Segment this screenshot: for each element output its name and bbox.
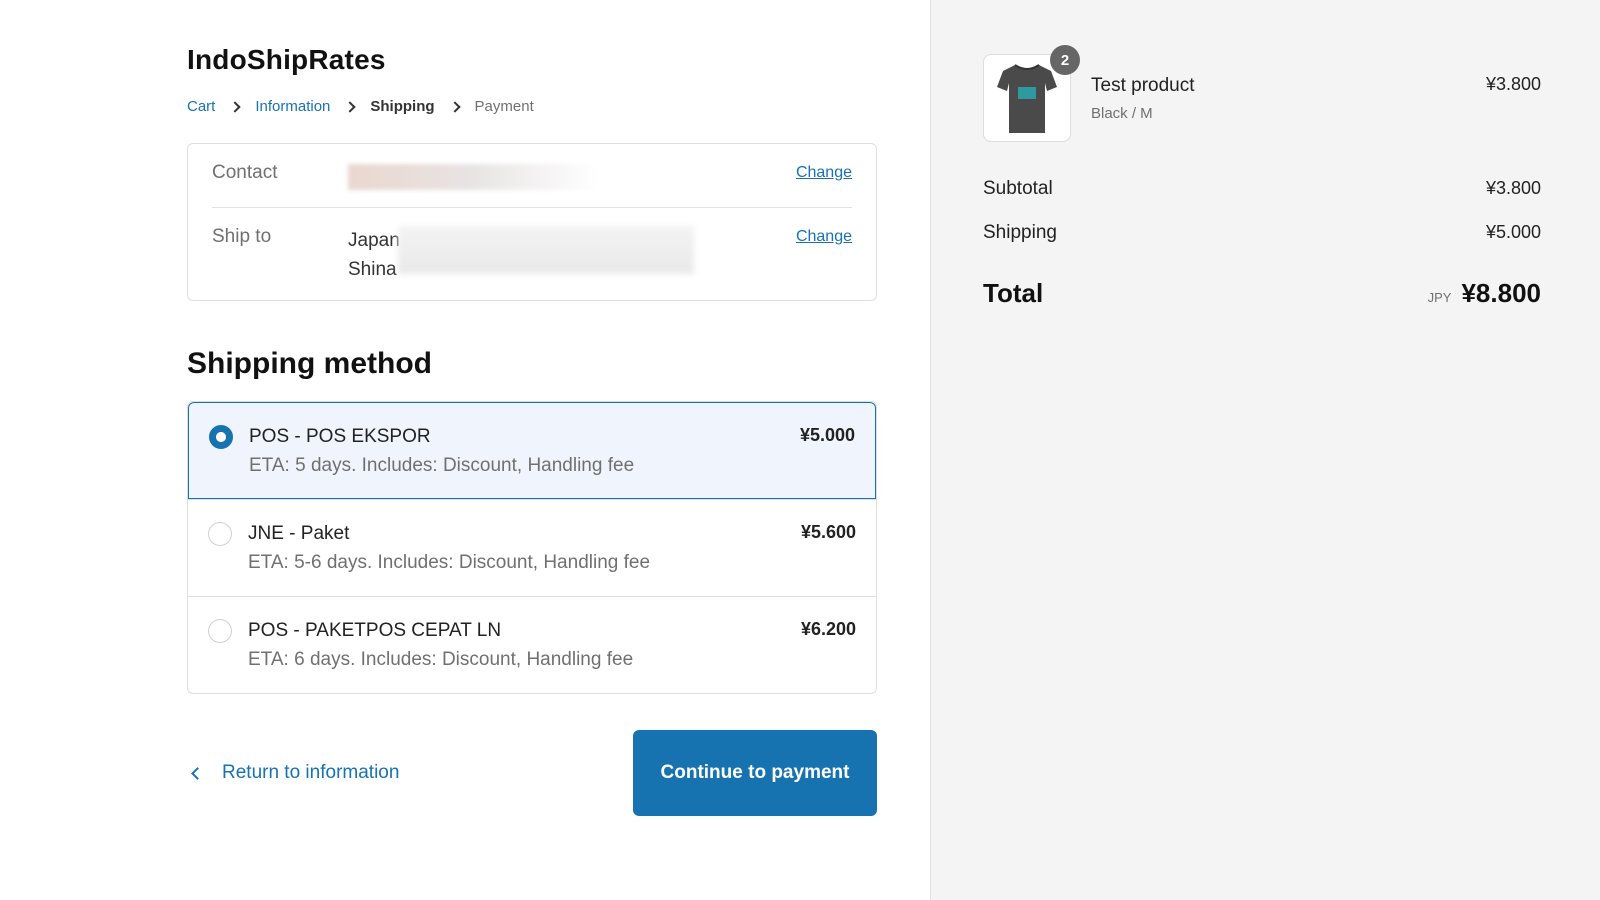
radio-unselected-icon[interactable]	[208, 522, 232, 546]
chevron-right-icon	[229, 100, 242, 113]
review-ship-to-row: Ship to Japan Shina Change	[212, 207, 852, 300]
ship-to-value: Japan Shina	[348, 226, 796, 284]
review-box: Contact Change Ship to Japan Shina Chang…	[187, 143, 877, 301]
contact-label: Contact	[212, 162, 278, 183]
total-row: Total JPY ¥8.800	[983, 278, 1541, 309]
shipping-method-list: POS - POS EKSPOR ETA: 5 days. Includes: …	[187, 401, 877, 694]
shipping-option-price: ¥5.000	[799, 425, 855, 445]
checkout-content: IndoShipRates Cart Information Shipping …	[187, 44, 877, 816]
radio-unselected-icon[interactable]	[208, 619, 232, 643]
currency-code: JPY	[1427, 290, 1452, 305]
shipping-method-title: Shipping method	[187, 347, 432, 380]
total-label: Total	[983, 278, 1044, 308]
product-name: Test product	[1091, 74, 1195, 96]
product-thumbnail: 2	[983, 45, 1080, 142]
redacted-contact	[348, 163, 598, 190]
subtotal-row: Subtotal ¥3.800	[983, 178, 1541, 200]
breadcrumb-information[interactable]: Information	[255, 98, 330, 115]
shipping-label: Shipping	[983, 222, 1057, 243]
totals: Subtotal ¥3.800 Shipping ¥5.000	[983, 178, 1541, 244]
change-ship-to-link[interactable]: Change	[796, 228, 852, 246]
shipping-option-text: POS - PAKETPOS CEPAT LN ETA: 6 days. Inc…	[248, 619, 801, 671]
subtotal-value: ¥3.800	[1485, 178, 1541, 198]
radio-selected-icon[interactable]	[209, 425, 233, 449]
shipping-option-price: ¥5.600	[800, 522, 856, 542]
shipping-value: ¥5.000	[1485, 222, 1541, 242]
quantity-badge: 2	[1050, 45, 1080, 75]
shipping-option-price: ¥6.200	[800, 619, 856, 639]
ship-to-label: Ship to	[212, 226, 272, 247]
return-label: Return to information	[222, 762, 400, 783]
shipping-option-eta: ETA: 5 days. Includes: Discount, Handlin…	[249, 455, 635, 476]
change-contact-link[interactable]: Change	[796, 164, 852, 182]
shipping-option-pos-ekspor[interactable]: POS - POS EKSPOR ETA: 5 days. Includes: …	[188, 402, 876, 499]
product-variant: Black / M	[1091, 104, 1153, 122]
return-to-information-link[interactable]: Return to information	[187, 762, 399, 784]
product-info: Test product Black / M	[1091, 75, 1486, 122]
shipping-row: Shipping ¥5.000	[983, 222, 1541, 244]
total-amount: JPY ¥8.800	[1428, 278, 1541, 309]
order-summary: 2 Test product Black / M ¥3.800 Subtotal…	[983, 45, 1541, 309]
shipping-option-name: POS - PAKETPOS CEPAT LN	[248, 620, 502, 641]
product-price: ¥3.800	[1485, 74, 1541, 94]
review-contact-row: Contact Change	[212, 144, 852, 207]
shipping-option-text: JNE - Paket ETA: 5-6 days. Includes: Dis…	[248, 522, 801, 574]
shipping-option-name: JNE - Paket	[248, 523, 350, 544]
shipping-option-jne-paket[interactable]: JNE - Paket ETA: 5-6 days. Includes: Dis…	[188, 499, 876, 596]
shipping-option-eta: ETA: 5-6 days. Includes: Discount, Handl…	[248, 552, 651, 573]
breadcrumb-payment: Payment	[474, 98, 534, 115]
chevron-right-icon	[448, 100, 461, 113]
shipping-option-name: POS - POS EKSPOR	[249, 426, 431, 447]
checkout-main: IndoShipRates Cart Information Shipping …	[0, 0, 930, 900]
contact-value	[348, 162, 796, 191]
subtotal-label: Subtotal	[983, 178, 1053, 199]
chevron-right-icon	[344, 100, 357, 113]
product-line-item: 2 Test product Black / M ¥3.800	[983, 45, 1541, 142]
redacted-address	[398, 226, 694, 274]
tshirt-icon	[997, 64, 1057, 133]
breadcrumb-cart[interactable]: Cart	[187, 98, 215, 115]
order-summary-sidebar: 2 Test product Black / M ¥3.800 Subtotal…	[930, 0, 1600, 900]
breadcrumb-shipping: Shipping	[370, 98, 435, 115]
continue-to-payment-button[interactable]: Continue to payment	[633, 730, 877, 816]
checkout-actions: Return to information Continue to paymen…	[187, 730, 877, 816]
shipping-option-paketpos-cepat-ln[interactable]: POS - PAKETPOS CEPAT LN ETA: 6 days. Inc…	[188, 596, 876, 693]
breadcrumb: Cart Information Shipping Payment	[187, 98, 877, 115]
chevron-left-icon	[191, 766, 204, 780]
shipping-option-text: POS - POS EKSPOR ETA: 5 days. Includes: …	[249, 425, 800, 477]
shipping-option-eta: ETA: 6 days. Includes: Discount, Handlin…	[248, 649, 634, 670]
shop-name[interactable]: IndoShipRates	[187, 44, 877, 76]
total-value: ¥8.800	[1461, 278, 1541, 308]
